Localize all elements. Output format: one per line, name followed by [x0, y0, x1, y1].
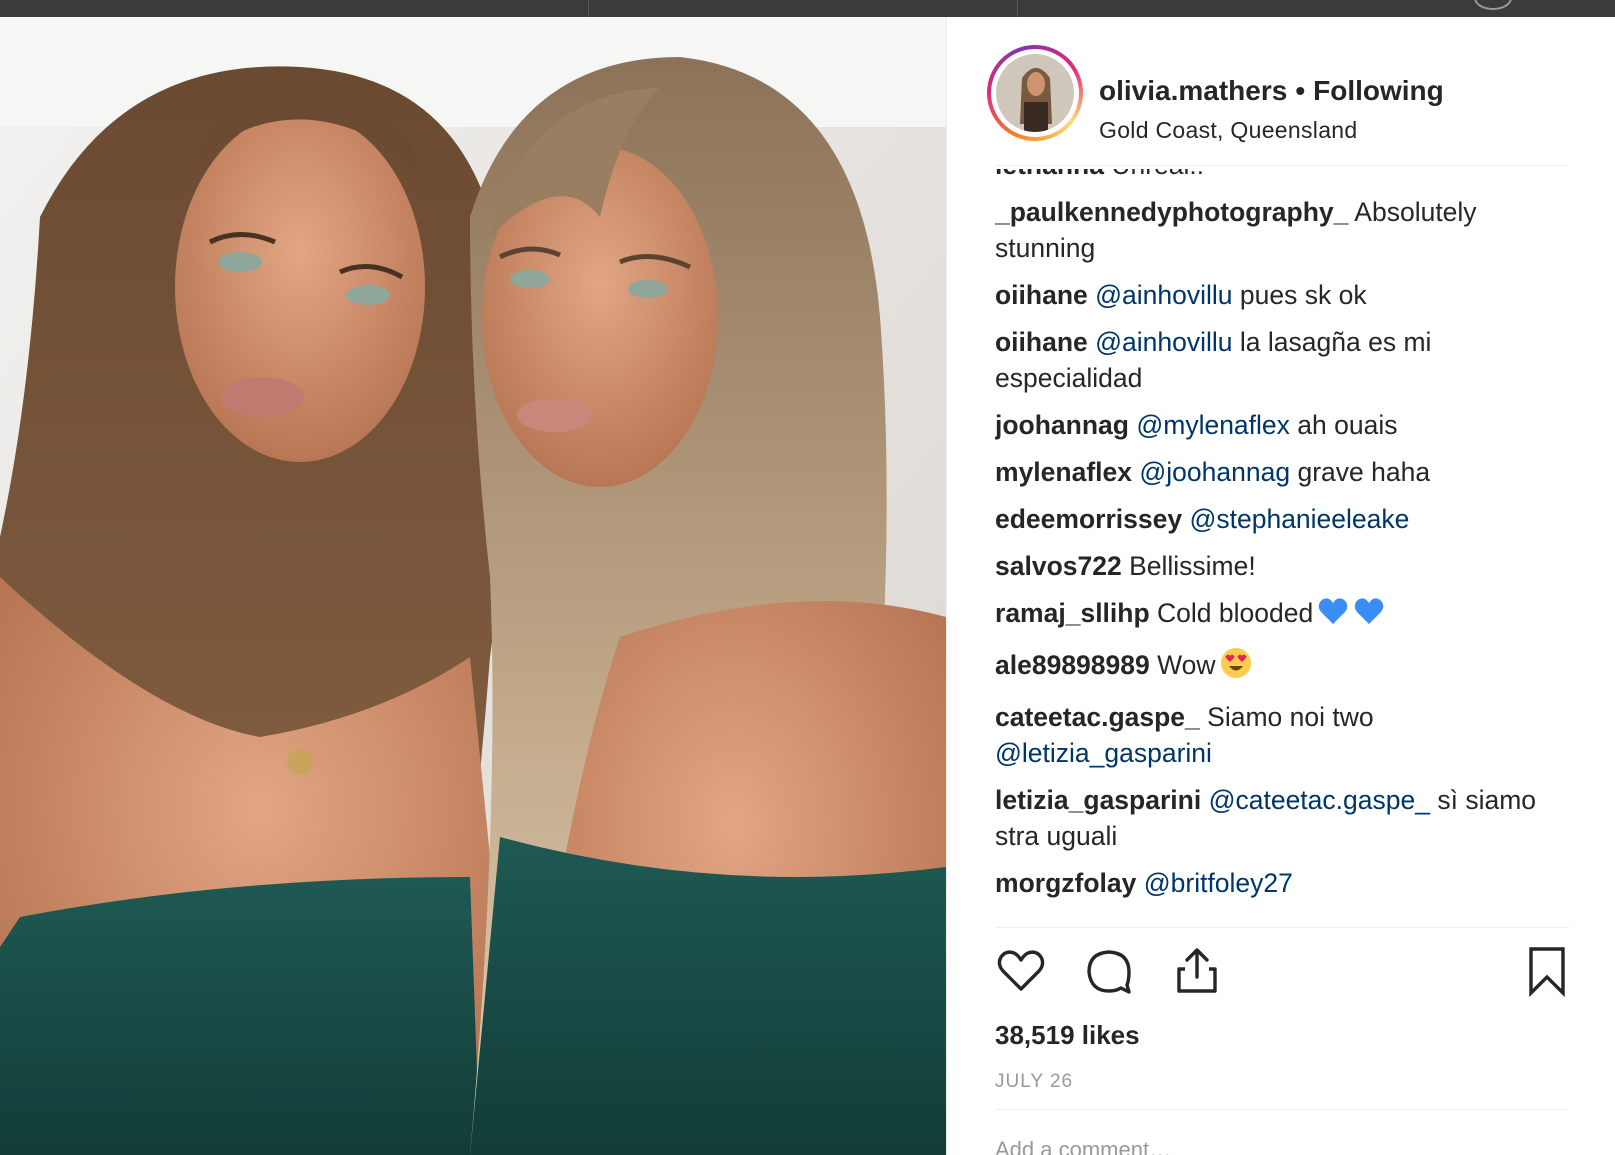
profile-circle-icon[interactable] [1474, 0, 1512, 10]
comment-mention[interactable]: @joohannag [1139, 457, 1290, 487]
comment-username[interactable]: mylenaflex [995, 457, 1132, 487]
comment-mention[interactable]: @cateetac.gaspe_ [1209, 785, 1430, 815]
comment-item: cateetac.gaspe_ Siamo noi two @letizia_g… [995, 699, 1569, 771]
likes-count[interactable]: 38,519 likes [995, 1020, 1140, 1051]
comment-text: pues sk ok [1239, 280, 1367, 310]
add-comment-input[interactable]: Add a comment… [995, 1137, 1171, 1155]
post-header: olivia.mathers • Following Gold Coast, Que… [987, 45, 1577, 155]
browser-top-strip [0, 0, 1615, 17]
comment-text: ah ouais [1297, 410, 1398, 440]
comment-item: salvos722 Bellissime! [995, 548, 1569, 584]
comment-mention[interactable]: @mylenaflex [1136, 410, 1290, 440]
comments-list[interactable]: lethanna Unreal!! _paulkennedyphotograph… [995, 169, 1569, 909]
comment-username[interactable]: ale89898989 [995, 650, 1150, 680]
comment-username[interactable]: lethanna [995, 169, 1104, 180]
comment-username[interactable]: oiihane [995, 327, 1088, 357]
comment-mention[interactable]: @britfoley27 [1144, 868, 1293, 898]
comment-item: ale89898989 Wow [995, 647, 1569, 688]
header-divider [995, 165, 1569, 166]
comment-mention[interactable]: @stephanieeleake [1189, 504, 1409, 534]
post-date: JULY 26 [995, 1071, 1074, 1092]
avatar[interactable] [987, 45, 1083, 141]
comment-text: Wow [1157, 650, 1216, 680]
share-upload-icon[interactable] [1171, 945, 1223, 997]
comment-item: ramaj_sllihp Cold blooded [995, 595, 1569, 636]
comment-item: letizia_gasparini @cateetac.gaspe_ sì si… [995, 782, 1569, 854]
comments-divider [995, 927, 1569, 928]
blue-heart-icon [1353, 595, 1385, 636]
following-button[interactable]: Following [1313, 75, 1444, 106]
comment-username[interactable]: ramaj_sllihp [995, 598, 1150, 628]
action-bar [995, 945, 1569, 1005]
comment-item: morgzfolay @britfoley27 [995, 865, 1569, 901]
comment-item: edeemorrissey @stephanieeleake [995, 501, 1569, 537]
comment-text: Cold blooded [1157, 598, 1314, 628]
comment-text: Bellissime! [1129, 551, 1256, 581]
comment-item: _paulkennedyphotography_ Absolutely stun… [995, 194, 1569, 266]
comment-username[interactable]: letizia_gasparini [995, 785, 1201, 815]
comment-text: Siamo noi two [1207, 702, 1374, 732]
post-side-panel: olivia.mathers • Following Gold Coast, Que… [947, 17, 1615, 1155]
tab-separator [1017, 0, 1018, 17]
comment-username[interactable]: cateetac.gaspe_ [995, 702, 1200, 732]
comment-mention[interactable]: @letizia_gasparini [995, 738, 1212, 768]
heart-outline-icon[interactable] [995, 945, 1047, 997]
comment-username[interactable]: oiihane [995, 280, 1088, 310]
comment-mention[interactable]: @ainhovillu [1095, 327, 1232, 357]
comment-item: oiihane @ainhovillu pues sk ok [995, 277, 1569, 313]
comment-item: oiihane @ainhovillu la lasagña es mi esp… [995, 324, 1569, 396]
comment-username[interactable]: _paulkennedyphotography_ [995, 197, 1348, 227]
comment-item: mylenaflex @joohannag grave haha [995, 454, 1569, 490]
separator-dot: • [1295, 75, 1306, 106]
comment-bubble-icon[interactable] [1083, 945, 1135, 997]
location-link[interactable]: Gold Coast, Queensland [1099, 117, 1357, 144]
post-photo[interactable] [0, 17, 946, 1155]
blue-heart-icon [1317, 595, 1349, 636]
comment-username[interactable]: edeemorrissey [995, 504, 1182, 534]
comment-item: lethanna Unreal!! [995, 169, 1569, 183]
comment-item: joohannag @mylenaflex ah ouais [995, 407, 1569, 443]
comment-username[interactable]: salvos722 [995, 551, 1122, 581]
heart-eyes-icon [1220, 647, 1252, 688]
tab-separator [588, 0, 589, 17]
date-divider [995, 1109, 1569, 1110]
comment-text: grave haha [1297, 457, 1431, 487]
post-author-line: olivia.mathers • Following [1099, 75, 1444, 107]
comment-username[interactable]: joohannag [995, 410, 1129, 440]
comment-text: Unreal!! [1111, 169, 1204, 180]
avatar-image [996, 54, 1074, 132]
comment-username[interactable]: morgzfolay [995, 868, 1136, 898]
bookmark-icon[interactable] [1521, 945, 1573, 998]
comment-mention[interactable]: @ainhovillu [1095, 280, 1232, 310]
author-username[interactable]: olivia.mathers [1099, 75, 1287, 106]
